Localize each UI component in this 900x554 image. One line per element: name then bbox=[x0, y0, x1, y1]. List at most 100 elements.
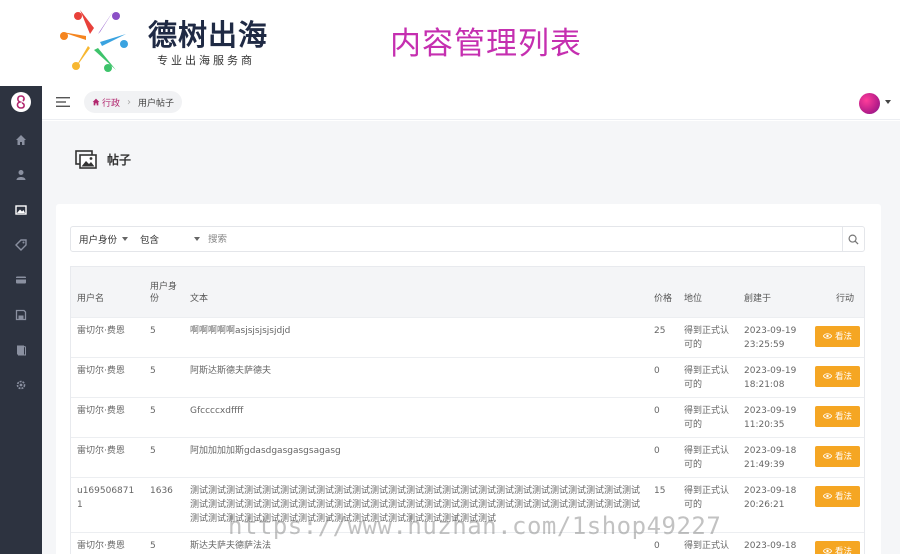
view-button-label: 看法 bbox=[834, 452, 852, 462]
cell-price: 0 bbox=[654, 405, 660, 416]
column-header-text[interactable]: 文本 bbox=[184, 267, 648, 317]
breadcrumb-current: 用户帖子 bbox=[138, 98, 175, 109]
cell-price: 15 bbox=[654, 485, 666, 496]
eye-icon bbox=[822, 333, 832, 339]
cell-action: 看法 bbox=[804, 532, 864, 554]
posts-table-container: 用户名 用户身份 文本 价格 地位 創建于 行动 雷切尔·费恩 5 啊啊啊啊啊asj… bbox=[70, 266, 865, 554]
view-button-label: 看法 bbox=[834, 412, 852, 422]
view-button[interactable]: 看法 bbox=[814, 485, 860, 507]
cell-created: 2023-09-19 23:25:59 bbox=[744, 325, 797, 350]
brand-name: 德树出海 bbox=[148, 18, 269, 52]
cell-user-id: 5 bbox=[150, 540, 156, 551]
cell-status: 得到正式认可的 bbox=[684, 325, 730, 350]
avatar[interactable] bbox=[859, 93, 880, 114]
cell-text: 阿加加加加斯gdasdgasgasgsagasg bbox=[190, 445, 341, 456]
cell-price: 25 bbox=[654, 325, 666, 336]
breadcrumb-home-label: 行政 bbox=[102, 98, 121, 109]
menu-toggle-icon[interactable] bbox=[56, 96, 70, 108]
cell-user: 雷切尔·费恩 bbox=[77, 540, 125, 551]
cell-user: 雷切尔·费恩 bbox=[77, 445, 125, 456]
cell-text: 啊啊啊啊啊asjsjsjsjsjdjd bbox=[190, 325, 291, 336]
save-icon[interactable] bbox=[13, 307, 29, 323]
cell-text: Gfccccxdffff bbox=[190, 405, 244, 416]
view-button-label: 看法 bbox=[834, 547, 852, 554]
cell-user-id: 5 bbox=[150, 405, 156, 416]
eye-icon bbox=[822, 373, 832, 379]
cell-text: 斯达夫萨夫德萨法法 bbox=[190, 540, 272, 551]
cell-action: 看法 bbox=[804, 477, 864, 532]
eye-icon bbox=[822, 453, 832, 459]
filter-field-value: 用户身份 bbox=[79, 235, 118, 246]
cell-status: 得到正式认可的 bbox=[684, 405, 730, 430]
sidebar bbox=[0, 86, 42, 554]
images-icon bbox=[75, 150, 97, 169]
image-icon[interactable] bbox=[13, 202, 29, 218]
column-header-status[interactable]: 地位 bbox=[678, 267, 738, 317]
brand-logo bbox=[60, 10, 128, 72]
gear-icon[interactable] bbox=[13, 377, 29, 393]
view-button-label: 看法 bbox=[834, 492, 852, 502]
view-button[interactable]: 看法 bbox=[814, 445, 860, 467]
table-row: u1695068711 1636 测试测试测试测试测试测试测试测试测试测试测试测试测… bbox=[71, 477, 864, 532]
search-input[interactable] bbox=[206, 233, 842, 245]
page-title: 帖子 bbox=[107, 153, 132, 167]
cell-price: 0 bbox=[654, 540, 660, 551]
eye-icon bbox=[822, 548, 832, 554]
book-icon[interactable] bbox=[13, 342, 29, 358]
view-button[interactable]: 看法 bbox=[814, 405, 860, 427]
tag-icon[interactable] bbox=[13, 237, 29, 253]
view-button[interactable]: 看法 bbox=[814, 540, 860, 554]
brand-tagline: 专业出海服务商 bbox=[157, 54, 255, 67]
table-header-row: 用户名 用户身份 文本 价格 地位 創建于 行动 bbox=[71, 267, 864, 317]
cell-status: 得到正式认可的 bbox=[684, 540, 730, 551]
cell-action: 看法 bbox=[804, 357, 864, 397]
home-icon bbox=[92, 98, 100, 106]
app-logo-icon[interactable] bbox=[11, 92, 31, 112]
search-button[interactable] bbox=[842, 227, 864, 251]
table-row: 雷切尔·费恩 5 斯达夫萨夫德萨法法 0 得到正式认可的 2023-09-18 看法 bbox=[71, 532, 864, 554]
breadcrumb-home[interactable]: 行政 bbox=[92, 96, 120, 109]
cell-user: 雷切尔·费恩 bbox=[77, 365, 125, 376]
cell-status: 得到正式认可的 bbox=[684, 365, 730, 390]
cell-user-id: 5 bbox=[150, 325, 156, 336]
filter-operator-value: 包含 bbox=[140, 235, 160, 246]
cell-created: 2023-09-19 18:21:08 bbox=[744, 365, 797, 390]
eye-icon bbox=[822, 413, 832, 419]
column-header-created[interactable]: 創建于 bbox=[738, 267, 804, 317]
chevron-down-icon[interactable] bbox=[885, 100, 891, 104]
view-button[interactable]: 看法 bbox=[814, 365, 860, 387]
main-content: 帖子 用户身份 包含 搜索 用户名 用户身份 文本 价格 地位 創建于 行动 雷… bbox=[42, 121, 900, 554]
user-icon[interactable] bbox=[13, 167, 29, 183]
filter-operator-select[interactable]: 包含 bbox=[134, 232, 206, 246]
home-icon[interactable] bbox=[13, 132, 29, 148]
page-title-row: 帖子 bbox=[75, 150, 131, 169]
cell-text: 测试测试测试测试测试测试测试测试测试测试测试测试测试测试测试测试测试测试测试测试… bbox=[190, 485, 641, 524]
view-button-label: 看法 bbox=[834, 332, 852, 342]
table-row: 雷切尔·费恩 5 Gfccccxdffff 0 得到正式认可的 2023-09-19 11… bbox=[71, 397, 864, 437]
cell-action: 看法 bbox=[804, 397, 864, 437]
cell-action: 看法 bbox=[804, 437, 864, 477]
page-heading: 内容管理列表 bbox=[390, 26, 582, 62]
column-header-user-id[interactable]: 用户身份 bbox=[144, 267, 184, 317]
filter-field-select[interactable]: 用户身份 bbox=[71, 232, 134, 246]
breadcrumb-separator: › bbox=[127, 96, 132, 108]
cell-user-id: 1636 bbox=[150, 485, 173, 496]
chevron-down-icon bbox=[122, 237, 128, 241]
top-navbar: 行政 › 用户帖子 bbox=[42, 86, 900, 120]
table-row: 雷切尔·费恩 5 啊啊啊啊啊asjsjsjsjsjdjd 25 得到正式认可的 2023-… bbox=[71, 317, 864, 357]
cell-price: 0 bbox=[654, 445, 660, 456]
cell-created: 2023-09-18 21:49:39 bbox=[744, 445, 797, 470]
view-button[interactable]: 看法 bbox=[814, 325, 860, 347]
cell-price: 0 bbox=[654, 365, 660, 376]
cell-action: 看法 bbox=[804, 317, 864, 357]
cell-created: 2023-09-18 bbox=[744, 540, 797, 551]
column-header-user[interactable]: 用户名 bbox=[71, 267, 144, 317]
eye-icon bbox=[822, 493, 832, 499]
card-icon[interactable] bbox=[13, 272, 29, 288]
cell-user: u1695068711 bbox=[77, 485, 135, 510]
cell-status: 得到正式认可的 bbox=[684, 485, 730, 510]
cell-created: 2023-09-18 20:26:21 bbox=[744, 485, 797, 510]
column-header-action: 行动 bbox=[835, 293, 854, 304]
brand-banner: 德树出海 专业出海服务商 内容管理列表 bbox=[0, 0, 900, 86]
column-header-price[interactable]: 价格 bbox=[648, 267, 678, 317]
